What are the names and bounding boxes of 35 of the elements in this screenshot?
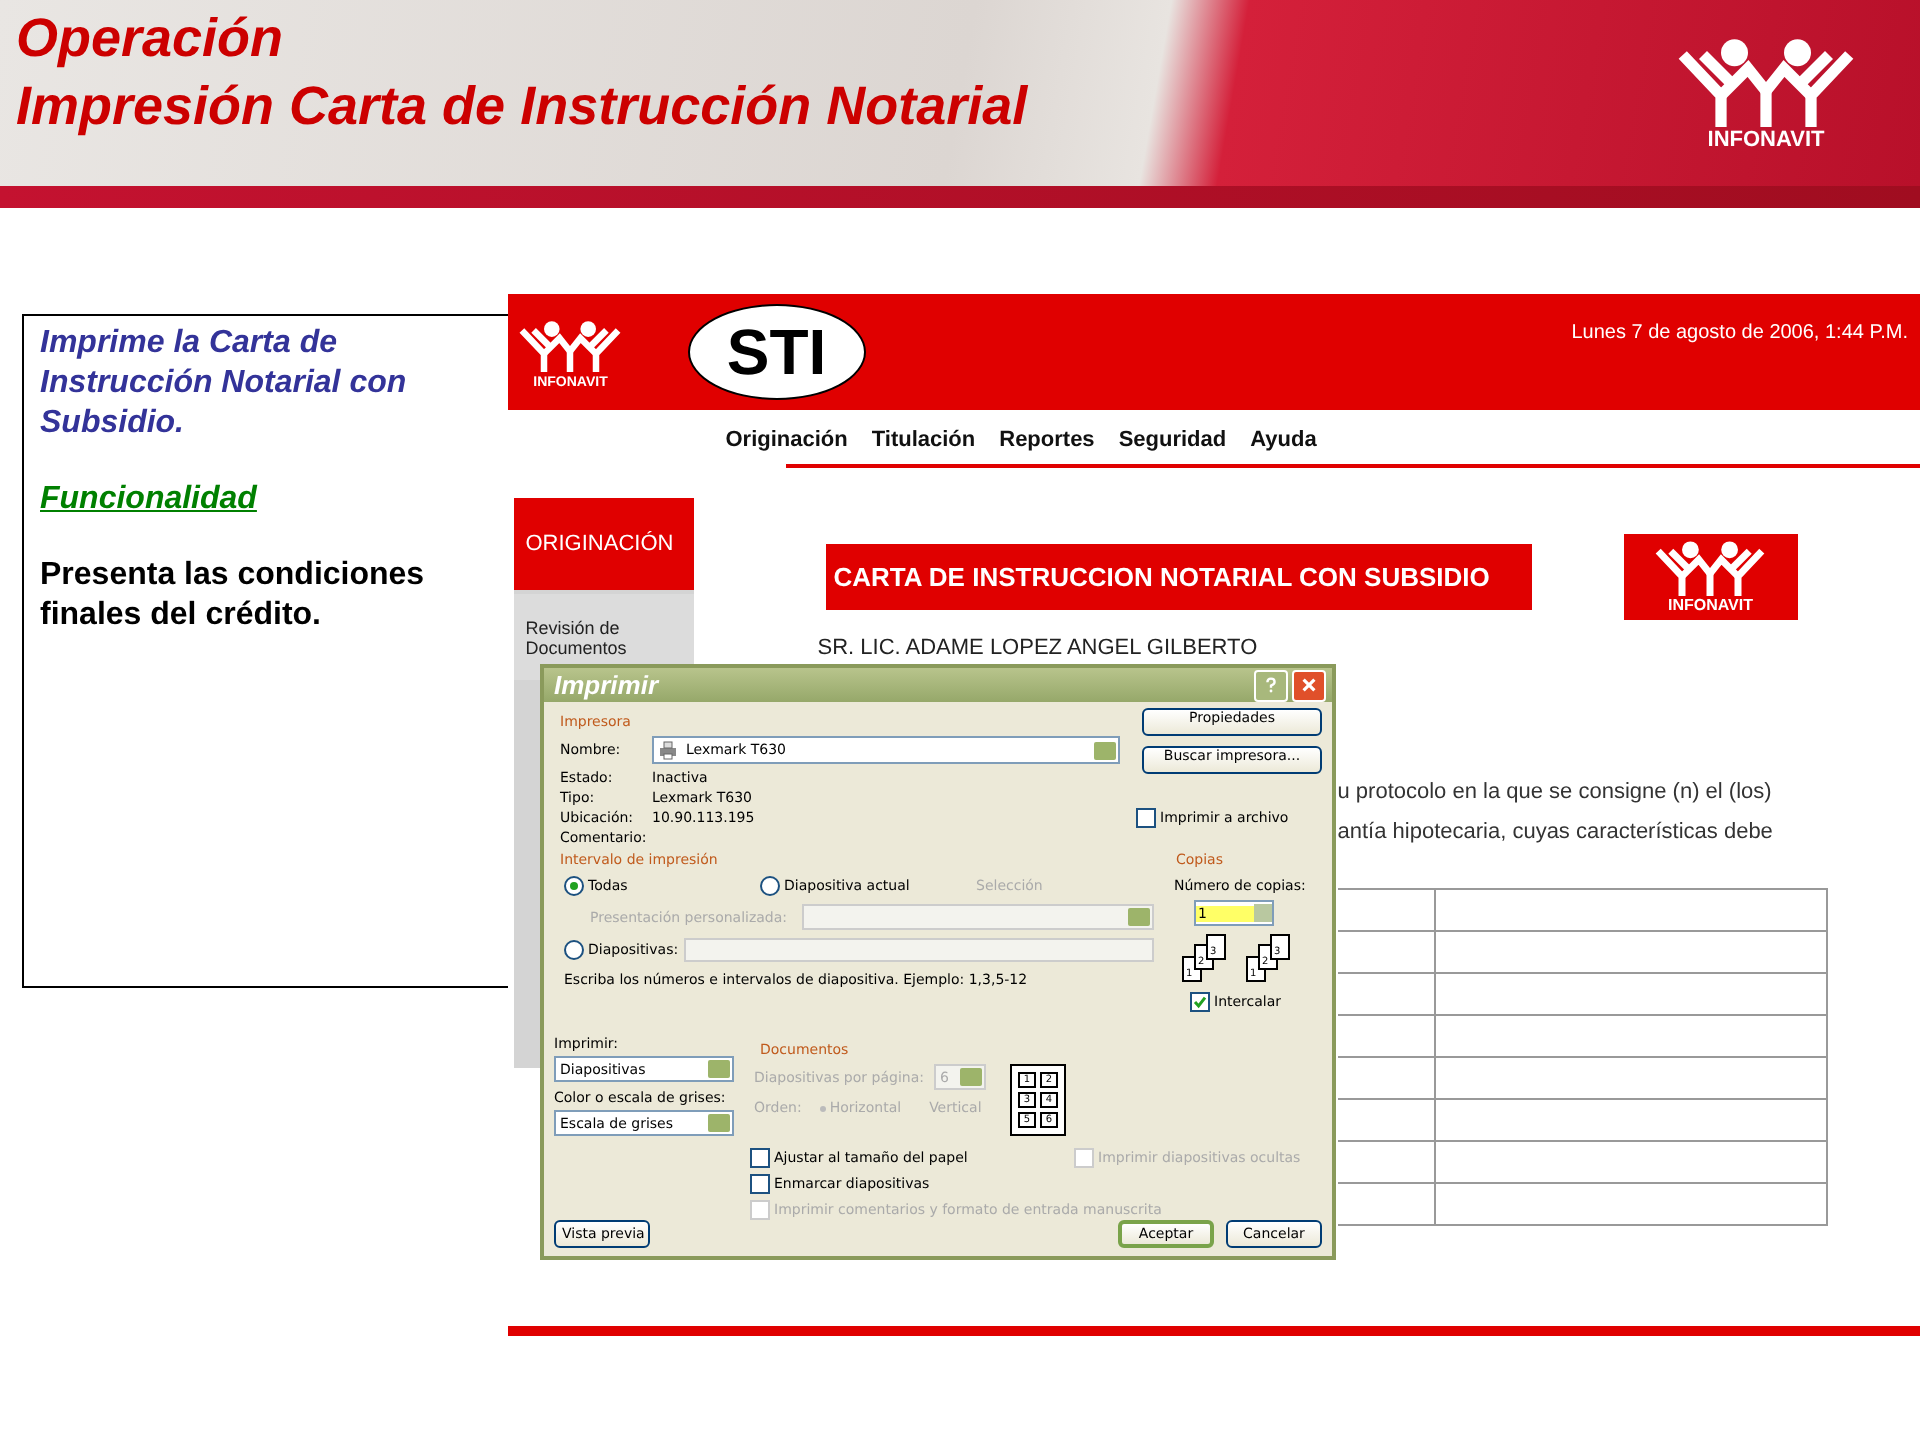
checkbox[interactable] — [750, 1148, 770, 1168]
question-icon — [1262, 676, 1280, 694]
sidebar-item[interactable]: ORIGINACIÓN — [513, 498, 694, 590]
slide-title: Impresión Carta de Instrucción Notarial — [16, 74, 1028, 140]
paragraph-text: antía hipotecaria, cuyas características debe — [1337, 818, 1775, 848]
slides-field[interactable] — [684, 938, 1154, 962]
paragraph-text: u protocolo en la que se consigne (n) el (los) — [1337, 778, 1774, 808]
menu-item[interactable]: Reportes — [999, 428, 1095, 458]
menu-item[interactable]: Ayuda — [1250, 428, 1317, 458]
date-time: Lunes 7 de agosto de 2006, 1:44 P.M. — [1571, 321, 1908, 343]
checkbox[interactable] — [750, 1174, 770, 1194]
close-icon — [1300, 676, 1318, 694]
menu-item[interactable]: Originación — [725, 428, 848, 458]
radio-button[interactable] — [760, 876, 780, 896]
addressee-text: SR. LIC. ADAME LOPEZ ANGEL GILBERTO — [817, 636, 1260, 660]
logo-icon — [1676, 36, 1856, 128]
dropdown-field[interactable] — [801, 904, 1154, 930]
help-button[interactable] — [1254, 669, 1288, 701]
close-button[interactable] — [1292, 669, 1326, 701]
checkbox[interactable] — [1136, 808, 1156, 828]
section-heading: Funcionalidad — [40, 480, 260, 520]
document-title: CARTA DE INSTRUCCION NOTARIAL CON SUBSIDIO — [825, 544, 1532, 610]
intro-text: Imprime la Carta de Instrucción Notarial con Subsidio. — [40, 324, 409, 444]
logo-icon — [518, 315, 623, 375]
slide-title: Operación — [16, 6, 286, 72]
body-text: Presenta las condiciones finales del crédito. — [40, 556, 427, 636]
checkbox[interactable] — [1190, 992, 1210, 1012]
radio-button[interactable] — [564, 876, 584, 896]
logo-text: INFONAVIT — [1667, 596, 1753, 614]
radio-button[interactable] — [564, 940, 584, 960]
menu-item[interactable]: Titulación — [871, 428, 976, 458]
logo-text: INFONAVIT — [1707, 128, 1825, 152]
brand-oval: STI — [687, 304, 866, 400]
printer-icon — [658, 740, 678, 760]
menu-item[interactable]: Seguridad — [1118, 428, 1227, 458]
